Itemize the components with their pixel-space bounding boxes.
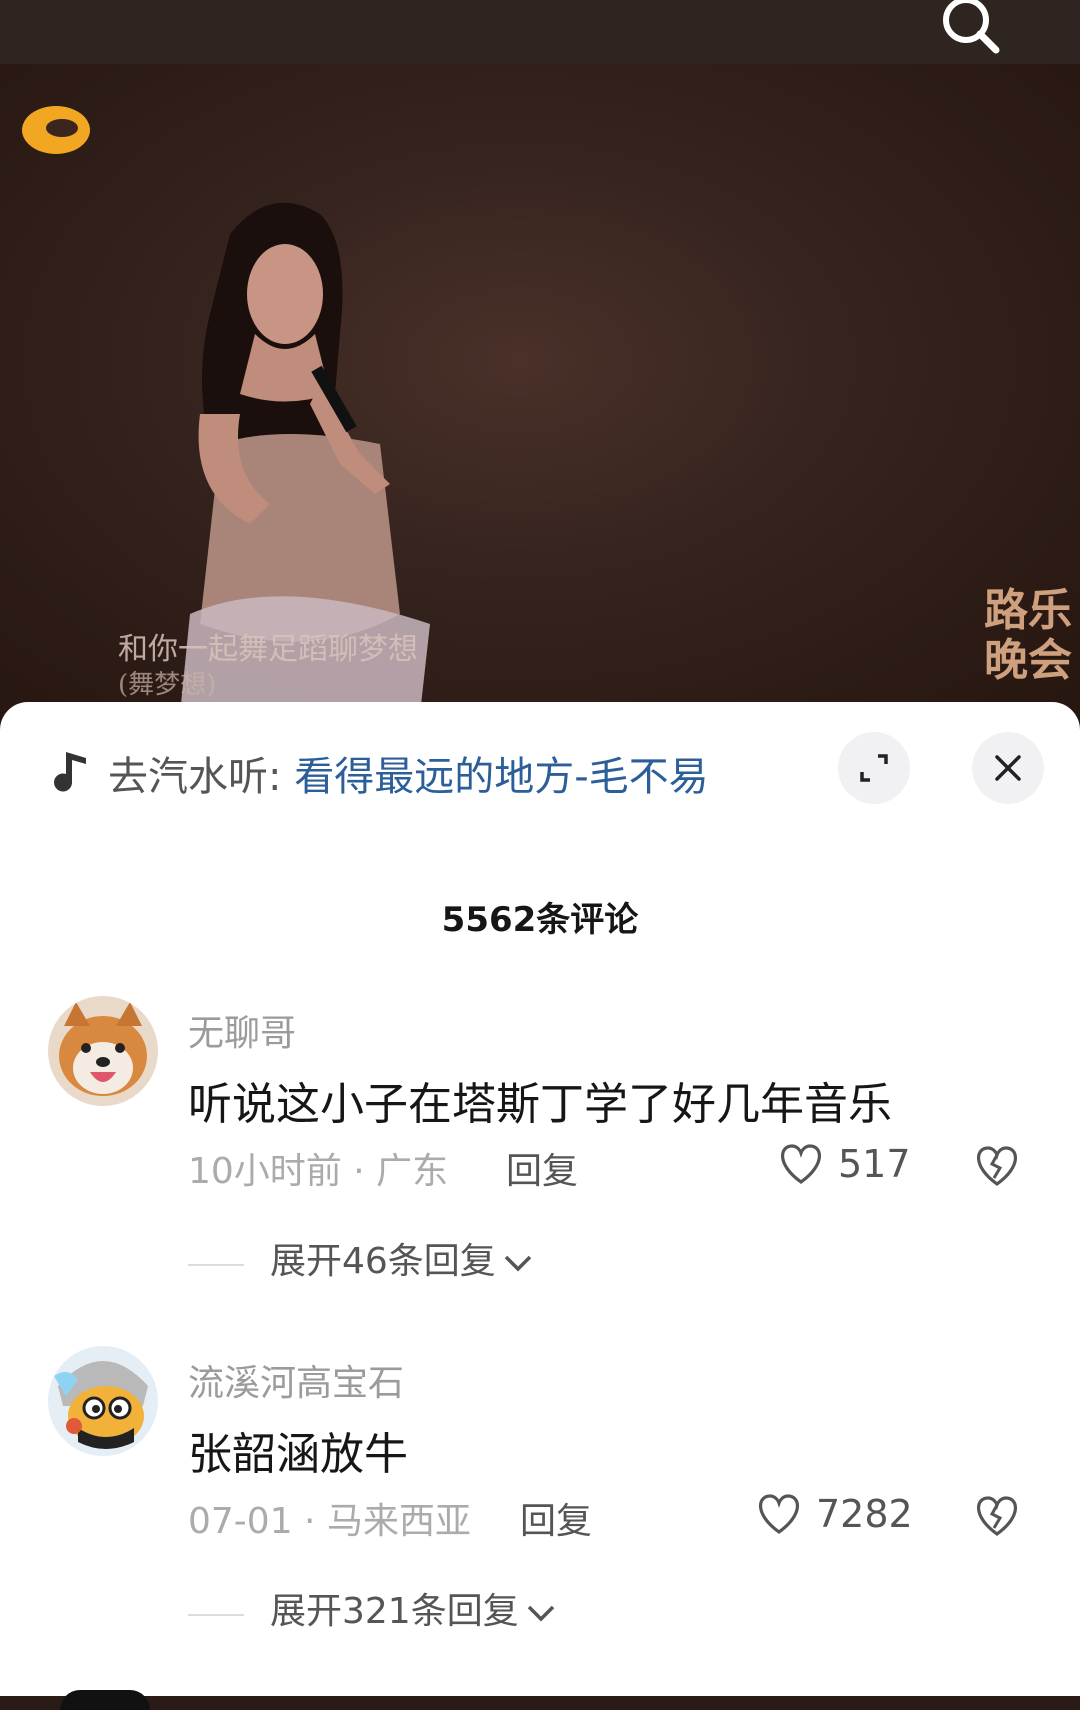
comment-text: 张韶涵放牛 bbox=[188, 1429, 408, 1480]
comment-meta: 07-01 · 马来西亚 bbox=[188, 1501, 471, 1542]
comment-text: 听说这小子在塔斯丁学了好几年音乐 bbox=[188, 1079, 892, 1130]
reply-button[interactable]: 回复 bbox=[506, 1142, 578, 1194]
video-player[interactable]: 和你一起舞足蹈聊梦想 (舞梦想) 路乐 晚会 直播 bbox=[0, 64, 1080, 724]
comment-username[interactable]: 无聊哥 bbox=[188, 1004, 296, 1056]
music-link[interactable]: 去汽水听: 看得最远的地方-毛不易 bbox=[108, 744, 709, 802]
heart-icon bbox=[759, 1494, 799, 1534]
divider-line bbox=[188, 1264, 244, 1266]
dislike-button[interactable] bbox=[974, 1494, 1020, 1542]
avatar[interactable] bbox=[48, 1346, 158, 1456]
reply-button[interactable]: 回复 bbox=[520, 1492, 592, 1544]
cartoon-avatar-image bbox=[48, 1346, 158, 1456]
show-logo-line-1: 路乐 bbox=[984, 585, 1072, 636]
search-button[interactable] bbox=[930, 0, 1010, 64]
comment-meta: 10小时前 · 广东 bbox=[188, 1151, 449, 1192]
expand-replies-button[interactable]: 展开46条回复 bbox=[270, 1232, 534, 1284]
close-button[interactable] bbox=[972, 732, 1044, 804]
chevron-down-icon bbox=[504, 1255, 532, 1272]
expand-replies-label: 展开46条回复 bbox=[270, 1241, 496, 1282]
music-bar[interactable]: 去汽水听: 看得最远的地方-毛不易 bbox=[0, 728, 1080, 808]
expand-replies-label: 展开321条回复 bbox=[270, 1591, 519, 1632]
expand-button[interactable] bbox=[838, 732, 910, 804]
expand-icon bbox=[860, 754, 888, 782]
comment-item: 无聊哥 听说这小子在塔斯丁学了好几年音乐 10小时前 · 广东 回复 517 展… bbox=[0, 996, 1080, 1306]
like-count: 517 bbox=[838, 1142, 911, 1186]
like-button[interactable]: 7282 bbox=[756, 1490, 913, 1540]
divider-line bbox=[188, 1614, 244, 1616]
dislike-button[interactable] bbox=[974, 1144, 1020, 1192]
comment-sheet: 去汽水听: 看得最远的地方-毛不易 5562条评论 无聊哥 听说这小子在塔斯丁学… bbox=[0, 702, 1080, 1710]
comment-username[interactable]: 流溪河高宝石 bbox=[188, 1354, 404, 1406]
show-logo-line-2: 晚会 bbox=[984, 635, 1072, 686]
top-bar bbox=[0, 0, 1080, 66]
expand-replies-button[interactable]: 展开321条回复 bbox=[270, 1582, 557, 1634]
broken-heart-icon bbox=[977, 1496, 1017, 1536]
music-prefix: 去汽水听: bbox=[108, 754, 295, 800]
music-song-title[interactable]: 看得最远的地方-毛不易 bbox=[294, 754, 708, 800]
video-caption-sub: (舞梦想) bbox=[118, 670, 217, 700]
chevron-down-icon bbox=[527, 1605, 554, 1622]
like-count: 7282 bbox=[816, 1492, 913, 1536]
heart-icon bbox=[781, 1144, 821, 1184]
show-logo: 路乐 晚会 bbox=[980, 514, 1080, 686]
channel-logo bbox=[22, 106, 90, 154]
music-note-icon bbox=[54, 752, 86, 792]
video-caption: 和你一起舞足蹈聊梦想 bbox=[118, 632, 418, 667]
avatar[interactable] bbox=[48, 996, 158, 1106]
comment-count-title: 5562条评论 bbox=[441, 900, 639, 940]
like-button[interactable]: 517 bbox=[778, 1140, 911, 1190]
close-icon bbox=[995, 755, 1021, 781]
comment-item: 流溪河高宝石 张韶涵放牛 07-01 · 马来西亚 回复 7282 展开321条… bbox=[0, 1346, 1080, 1656]
dog-avatar-image bbox=[48, 996, 158, 1106]
broken-heart-icon bbox=[977, 1146, 1017, 1186]
next-comment-avatar[interactable] bbox=[60, 1690, 150, 1710]
search-icon bbox=[943, 0, 1000, 54]
